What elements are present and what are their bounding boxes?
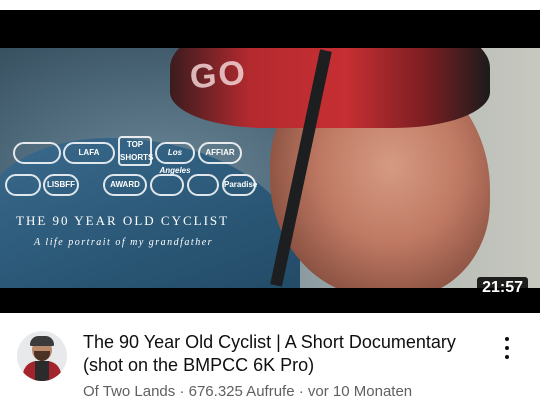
duration-badge: 21:57 xyxy=(477,277,528,299)
channel-avatar[interactable] xyxy=(17,331,67,381)
laurel-badge: LAFA xyxy=(63,142,115,164)
separator: · xyxy=(294,383,308,400)
laurel-badge xyxy=(187,174,219,196)
video-thumbnail[interactable]: GO LAFA TOP SHORTS Los Angeles AFFIAR LI… xyxy=(0,10,540,313)
avatar-vest xyxy=(35,361,49,381)
laurel-badge xyxy=(150,174,184,196)
video-meta: The 90 Year Old Cyclist | A Short Docume… xyxy=(0,313,540,419)
thumbnail-frame: GO LAFA TOP SHORTS Los Angeles AFFIAR LI… xyxy=(0,48,540,288)
video-title[interactable]: The 90 Year Old Cyclist | A Short Docume… xyxy=(83,331,483,377)
status-strip xyxy=(0,0,540,10)
helmet-text: GO xyxy=(188,53,249,97)
thumbnail-overlay-title: THE 90 YEAR OLD CYCLIST xyxy=(16,213,230,228)
avatar-beard xyxy=(34,351,50,361)
channel-name[interactable]: Of Two Lands xyxy=(83,383,175,400)
dot xyxy=(505,355,509,359)
laurel-badge: AFFIAR xyxy=(198,142,242,164)
more-vert-icon[interactable] xyxy=(500,337,514,363)
laurel-badge: Paradise xyxy=(222,174,257,196)
dot xyxy=(505,337,509,341)
laurel-badge: TOP SHORTS xyxy=(118,136,153,166)
upload-age: vor 10 Monaten xyxy=(307,383,413,400)
view-count: 676.325 Aufrufe xyxy=(188,383,295,400)
separator: · xyxy=(175,383,189,400)
avatar-hat xyxy=(30,336,54,346)
laurel-badge xyxy=(5,174,41,196)
dot xyxy=(505,346,509,350)
laurel-badge: Los Angeles xyxy=(155,142,195,175)
laurel-badge: AWARD xyxy=(103,174,147,196)
thumbnail-overlay-subtitle: A life portrait of my grandfather xyxy=(34,237,214,248)
laurel-badge: LISBFF xyxy=(43,174,79,196)
video-subline: Of Two Lands · 676.325 Aufrufe · vor 10 … xyxy=(83,383,503,400)
laurel-badge xyxy=(13,142,61,164)
